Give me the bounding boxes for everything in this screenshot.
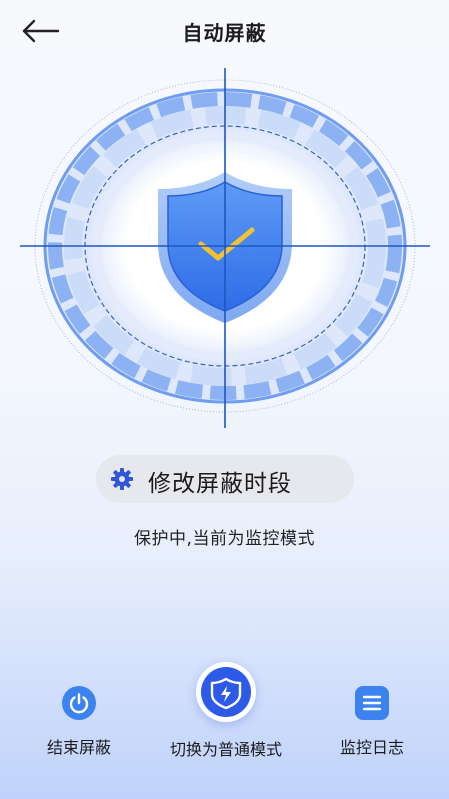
radar-graphic <box>20 68 430 428</box>
gear-icon <box>111 468 133 490</box>
end-blocking-button[interactable]: 结束屏蔽 <box>34 686 124 758</box>
power-icon <box>62 686 96 720</box>
page-title: 自动屏蔽 <box>182 21 267 45</box>
edit-schedule-label: 修改屏蔽时段 <box>148 471 292 497</box>
switch-normal-mode-label: 切换为普通模式 <box>169 740 282 759</box>
monitor-log-label: 监控日志 <box>339 738 404 757</box>
edit-schedule-button[interactable]: 修改屏蔽时段 <box>96 455 354 503</box>
switch-normal-mode-button[interactable]: 切换为普通模式 <box>146 662 306 760</box>
protection-status-text: 保护中,当前为监控模式 <box>134 529 315 549</box>
monitor-log-button[interactable]: 监控日志 <box>324 686 420 758</box>
top-bar: 自动屏蔽 <box>0 0 449 64</box>
list-icon <box>355 686 389 720</box>
protection-radar <box>20 68 430 428</box>
shield-bolt-icon <box>196 662 256 722</box>
end-blocking-label: 结束屏蔽 <box>46 738 111 757</box>
